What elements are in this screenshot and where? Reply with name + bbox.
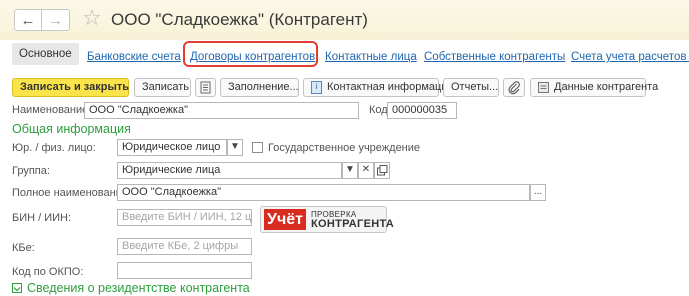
open-window-icon <box>377 165 388 176</box>
ellipsis-icon: ... <box>533 186 543 197</box>
counterparty-data-label: Данные контрагента <box>554 81 659 93</box>
counterparty-data-button[interactable]: Данные контрагента <box>530 78 658 97</box>
group-dropdown-button[interactable]: ▼ <box>342 162 358 179</box>
kbe-label: КБе: <box>12 242 35 254</box>
dropdown-arrow-icon: ▼ <box>230 141 240 152</box>
contact-info-button[interactable]: i Контактная информация <box>303 78 453 97</box>
tab-bar: Основное Банковские счета Договоры контр… <box>0 40 689 68</box>
arrow-left-icon: ← <box>20 11 36 29</box>
document-list-button[interactable] <box>195 78 216 97</box>
group-label: Группа: <box>12 165 50 177</box>
reports-button[interactable]: Отчеты... <box>443 78 499 97</box>
bin-field[interactable]: Введите БИН / ИИН, 12 цифр <box>117 209 252 226</box>
forward-button[interactable]: → <box>42 9 70 31</box>
residency-section[interactable]: Сведения о резидентстве контрагента <box>27 281 250 295</box>
dropdown-arrow-icon: ▼ <box>345 164 355 175</box>
tab-bank-accounts[interactable]: Банковские счета <box>87 47 181 67</box>
state-institution-label: Государственное учреждение <box>268 142 421 154</box>
tab-settlement-accounts[interactable]: Счета учета расчетов с к <box>571 47 689 67</box>
info-icon: i <box>311 80 322 94</box>
okpo-label: Код по ОКПО: <box>12 266 84 278</box>
tab-main[interactable]: Основное <box>12 43 79 65</box>
name-field[interactable]: ООО "Сладкоежка" <box>84 102 359 119</box>
group-field[interactable]: Юридические лица <box>117 162 342 179</box>
paperclip-icon <box>508 81 520 95</box>
entity-type-select[interactable]: Юридическое лицо <box>117 139 227 156</box>
back-button[interactable]: ← <box>14 9 42 31</box>
arrow-right-icon: → <box>48 11 63 29</box>
code-field[interactable]: 000000035 <box>387 102 457 119</box>
okpo-field[interactable] <box>117 262 252 279</box>
tab-highlight-frame <box>183 41 318 67</box>
general-info-section: Общая информация <box>12 122 131 136</box>
group-open-button[interactable] <box>374 162 390 179</box>
attachments-button[interactable] <box>503 78 525 97</box>
counterparty-card-icon <box>538 81 549 93</box>
star-icon[interactable]: ☆ <box>82 5 102 31</box>
full-name-label: Полное наименование: <box>12 187 132 199</box>
tab-own-counterparties[interactable]: Собственные контрагенты <box>424 47 565 67</box>
save-button[interactable]: Записать <box>134 78 191 97</box>
close-icon: ✕ <box>361 164 371 175</box>
full-name-field[interactable]: ООО "Сладкоежка" <box>117 184 530 201</box>
name-label: Наименование: <box>12 104 92 116</box>
contact-info-label: Контактная информация <box>327 81 454 93</box>
title-bar: ← → ☆ ООО "Сладкоежка" (Контрагент) <box>0 0 689 40</box>
tab-contact-persons[interactable]: Контактные лица <box>325 47 417 67</box>
entity-type-dropdown-button[interactable]: ▼ <box>227 139 243 156</box>
full-name-edit-button[interactable]: ... <box>530 184 546 201</box>
state-institution-checkbox[interactable] <box>252 142 263 153</box>
kbe-field[interactable]: Введите КБе, 2 цифры <box>117 238 252 255</box>
check-line2: КОНТРАГЕНТА <box>311 218 395 230</box>
uchet-logo: Учёт <box>264 209 306 230</box>
fill-button[interactable]: Заполнение... <box>220 78 299 97</box>
toolbar: Записать и закрыть Записать Заполнение..… <box>0 78 689 100</box>
check-counterparty-button[interactable]: Учёт ПРОВЕРКА КОНТРАГЕНТА <box>260 206 394 233</box>
entity-type-label: Юр. / физ. лицо: <box>12 142 96 154</box>
bin-label: БИН / ИИН: <box>12 212 72 224</box>
group-clear-button[interactable]: ✕ <box>358 162 374 179</box>
window-title: ООО "Сладкоежка" (Контрагент) <box>111 10 368 29</box>
list-icon <box>200 81 211 94</box>
save-and-close-button[interactable]: Записать и закрыть <box>12 78 129 97</box>
